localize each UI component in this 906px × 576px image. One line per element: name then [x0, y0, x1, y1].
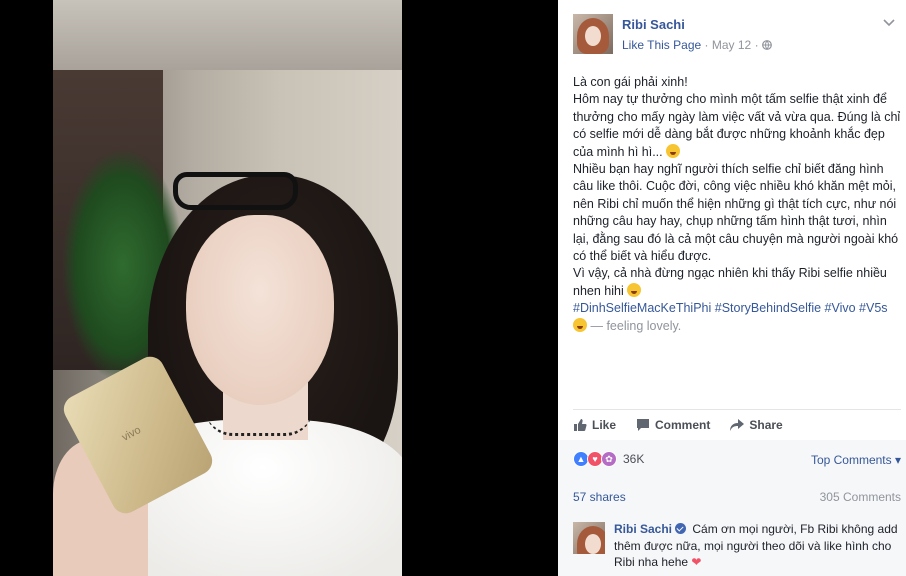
reactions-bar: ▲ ♥ ✿ 36K Top Comments ▾ 57 shares 305 C…: [558, 440, 906, 518]
reaction-summary[interactable]: ▲ ♥ ✿ 36K: [573, 451, 644, 467]
share-label: Share: [749, 418, 783, 432]
like-page-link[interactable]: Like This Page: [622, 38, 701, 52]
post-actions: Like Comment Share: [573, 414, 783, 436]
globe-icon: [762, 40, 772, 50]
like-button[interactable]: Like: [573, 418, 616, 432]
avatar-face: [585, 26, 601, 46]
tongue-emoji-icon: [627, 282, 642, 297]
avatar-face: [585, 534, 601, 554]
share-button[interactable]: Share: [730, 418, 783, 432]
post-paragraph-4: Vì vậy, cả nhà đừng ngạc nhiên khi thấy …: [573, 265, 905, 300]
phone-brand-label: vivo: [120, 424, 143, 444]
photo-face: [186, 215, 334, 405]
share-arrow-icon: [730, 419, 745, 431]
top-comments-dropdown[interactable]: Top Comments ▾: [811, 453, 901, 467]
verified-badge-icon: [675, 523, 687, 534]
commenter-avatar[interactable]: [573, 522, 605, 554]
reactions-count: 36K: [623, 452, 645, 466]
meta-separator: ·: [704, 38, 712, 52]
post-line-4: Vì vậy, cả nhà đừng ngạc nhiên khi thấy …: [573, 266, 887, 298]
hashtags-link[interactable]: #DinhSelfieMacKeThiPhi #StoryBehindSelfi…: [573, 301, 888, 315]
actions-divider: [573, 409, 901, 410]
comment-button[interactable]: Comment: [636, 418, 710, 432]
comment-item: Ribi Sachi Cám ơn mọi người, Fb Ribi khô…: [558, 518, 906, 576]
post-photo[interactable]: vivo: [53, 0, 402, 576]
meta-separator-2: ·: [754, 38, 762, 52]
comment-author-link[interactable]: Ribi Sachi: [614, 522, 672, 536]
wow-reaction-icon: ✿: [601, 451, 617, 467]
like-label: Like: [592, 418, 617, 432]
chevron-down-icon[interactable]: [882, 18, 896, 28]
post-line-3: Nhiều bạn hay nghĩ người thích selfie ch…: [573, 162, 899, 264]
post-meta: Like This Page · May 12 ·: [622, 38, 772, 52]
photo-ceiling: [53, 0, 402, 70]
heart-icon: ❤: [691, 555, 702, 569]
comment-body: Ribi Sachi Cám ơn mọi người, Fb Ribi khô…: [614, 521, 904, 571]
comments-count[interactable]: 305 Comments: [820, 490, 901, 504]
photo-choker: [205, 408, 313, 436]
post-date[interactable]: May 12: [712, 38, 751, 52]
grinning-emoji-icon: [666, 143, 681, 158]
comment-bubble-icon: [637, 419, 650, 431]
photo-viewer: vivo: [0, 0, 558, 576]
post-header: Ribi Sachi Like This Page · May 12 ·: [558, 0, 906, 64]
feeling-text: — feeling lovely.: [590, 318, 682, 333]
shares-link[interactable]: 57 shares: [573, 490, 626, 504]
post-tags-line: #DinhSelfieMacKeThiPhi #StoryBehindSelfi…: [573, 300, 905, 335]
post-line-1: Là con gái phải xinh!: [573, 75, 688, 89]
post-paragraph-2: Hôm nay tự thưởng cho mình một tấm selfi…: [573, 91, 905, 161]
photo-sunglasses: [173, 172, 298, 210]
post-side-panel: Ribi Sachi Like This Page · May 12 · Là …: [558, 0, 906, 576]
comment-label: Comment: [655, 418, 711, 432]
page-name-link[interactable]: Ribi Sachi: [622, 17, 685, 32]
page-avatar[interactable]: [573, 14, 613, 54]
post-line-2: Hôm nay tự thưởng cho mình một tấm selfi…: [573, 92, 901, 159]
thumbs-up-icon: [574, 419, 587, 431]
feeling-lovely-emoji-icon: [573, 317, 587, 332]
post-text: Là con gái phải xinh! Hôm nay tự thưởng …: [573, 74, 905, 335]
